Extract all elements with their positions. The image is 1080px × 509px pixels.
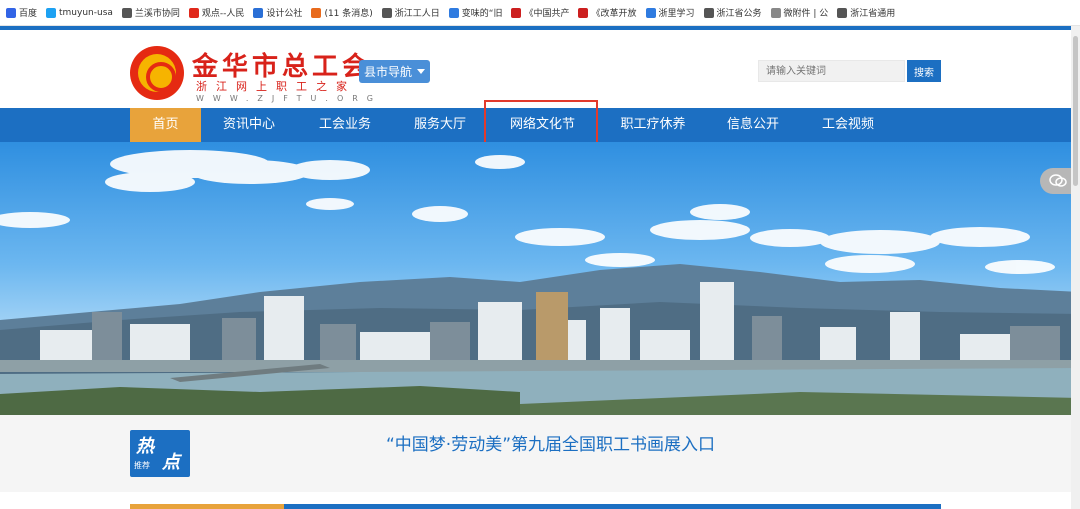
nav-item[interactable]: 工会业务 <box>297 108 393 142</box>
nav-item[interactable]: 服务大厅 <box>393 108 487 142</box>
search-button[interactable]: 搜索 <box>907 60 941 82</box>
bookmark-favicon-icon <box>121 7 132 18</box>
bookmark-item[interactable]: 《改革开放 <box>578 6 637 19</box>
nav-item[interactable]: 工会视频 <box>800 108 896 142</box>
hot-recommend-section: 热 点 推荐 “中国梦·劳动美”第九届全国职工书画展入口 <box>0 415 1080 492</box>
scrollbar-thumb[interactable] <box>1073 36 1078 186</box>
site-logo[interactable]: 金华市总工会 浙江网上职工之家 WWW.ZJFTU.ORG <box>130 44 373 104</box>
bookmark-label: 百度 <box>19 9 38 19</box>
nav-item[interactable]: 信息公开 <box>706 108 800 142</box>
bookmark-item[interactable]: 设计公社 <box>253 6 302 19</box>
bookmark-favicon-icon <box>645 7 656 18</box>
bookmark-label: 兰溪市协同 <box>134 9 180 19</box>
bookmark-favicon-icon <box>188 7 199 18</box>
bookmark-item[interactable]: 兰溪市协同 <box>121 6 180 19</box>
city-skyline-illustration <box>0 150 1080 415</box>
hot-badge-sub: 推荐 <box>134 461 150 470</box>
bookmark-item[interactable]: 微附件 | 公 <box>770 6 829 19</box>
nav-item[interactable]: 资讯中心 <box>201 108 297 142</box>
bookmark-label: 浙江省公务 <box>716 9 762 19</box>
bookmark-favicon-icon <box>703 7 714 18</box>
county-nav-label: 县市导航 <box>363 65 412 79</box>
section-tab-active[interactable] <box>130 504 284 509</box>
bookmark-label: (11 条消息) <box>324 9 373 19</box>
bookmark-favicon-icon <box>837 7 848 18</box>
bookmark-item[interactable]: (11 条消息) <box>311 6 373 19</box>
hot-recommend-badge: 热 点 推荐 <box>130 430 190 477</box>
bookmark-favicon-icon <box>448 7 459 18</box>
bookmark-label: 《改革开放 <box>591 9 637 19</box>
logo-url: WWW.ZJFTU.ORG <box>196 94 382 103</box>
bookmark-favicon-icon <box>381 7 392 18</box>
caret-down-icon <box>417 69 425 74</box>
bookmark-favicon-icon <box>311 7 322 18</box>
bookmark-label: 浙江省通用 <box>850 9 896 19</box>
hot-badge-char: 点 <box>162 452 180 473</box>
bookmark-label: 微附件 | 公 <box>783 9 829 19</box>
bookmark-item[interactable]: 浙江工人日 <box>381 6 440 19</box>
bookmark-item[interactable]: 《中国共产 <box>511 6 569 19</box>
page-scrollbar[interactable] <box>1071 26 1080 509</box>
chat-bubbles-icon <box>1049 174 1067 187</box>
search-input[interactable] <box>758 60 905 82</box>
bookmark-label: 浙江工人日 <box>394 9 440 19</box>
bookmark-favicon-icon <box>511 7 522 18</box>
city-banner-image <box>0 142 1080 415</box>
site-header: 金华市总工会 浙江网上职工之家 WWW.ZJFTU.ORG 县市导航 搜索 <box>0 26 1080 108</box>
bookmark-label: 浙里学习 <box>658 9 695 19</box>
bookmark-item[interactable]: 浙江省通用 <box>837 6 895 19</box>
bookmark-favicon-icon <box>770 7 781 18</box>
bookmark-favicon-icon <box>6 7 16 18</box>
nav-item[interactable]: 职工疗休养 <box>600 108 706 142</box>
content-strip <box>0 492 1080 509</box>
bookmark-item[interactable]: 浙里学习 <box>645 6 695 19</box>
highlight-box <box>484 100 598 146</box>
bookmark-favicon-icon <box>253 7 264 18</box>
nav-item[interactable]: 首页 <box>130 108 201 142</box>
hot-badge-char: 热 <box>136 436 154 457</box>
bookmark-label: 观点--人民 <box>201 9 245 19</box>
hot-headline-link[interactable]: “中国梦·劳动美”第九届全国职工书画展入口 <box>386 430 715 455</box>
bookmark-item[interactable]: 观点--人民 <box>188 6 245 19</box>
logo-subtitle: 浙江网上职工之家 <box>196 80 356 93</box>
bookmark-label: tmuyun-usa <box>59 7 113 18</box>
bookmark-favicon-icon <box>578 7 589 18</box>
bookmark-item[interactable]: 变味的“旧 <box>448 6 503 19</box>
bookmarks-bar: 百度 tmuyun-usa 兰溪市协同 观点--人民 设计公社 (11 条消息) 浙江工人日… <box>0 0 1080 26</box>
bookmark-label: 设计公社 <box>266 9 303 19</box>
bookmark-label: 变味的“旧 <box>461 9 503 19</box>
bookmark-favicon-icon <box>46 7 57 18</box>
bookmark-item[interactable]: 百度 <box>6 6 37 19</box>
bookmark-label: 《中国共产 <box>524 9 570 19</box>
bookmark-item[interactable]: tmuyun-usa <box>46 7 113 18</box>
bookmark-item[interactable]: 浙江省公务 <box>703 6 762 19</box>
union-emblem-icon <box>130 46 184 100</box>
county-nav-dropdown[interactable]: 县市导航 <box>359 60 430 83</box>
